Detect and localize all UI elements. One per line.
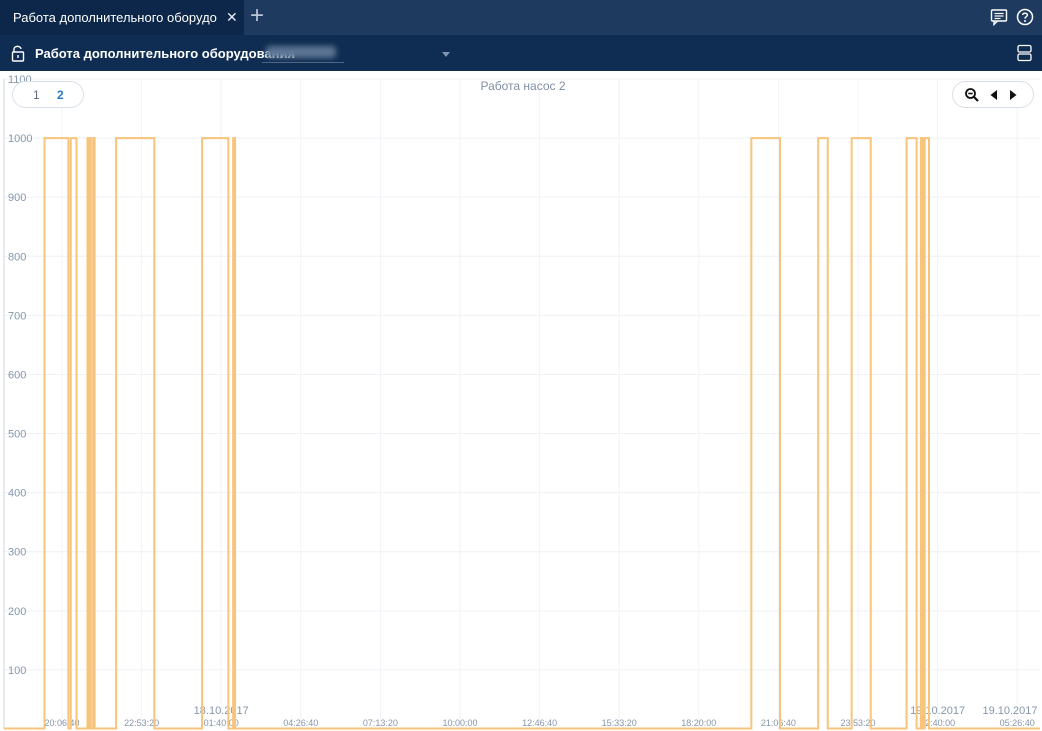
chart-title: Работа насос 2	[480, 79, 566, 93]
y-tick-label: 500	[8, 429, 26, 441]
date-label: 19.10.2017	[910, 705, 965, 717]
y-tick-label: 1000	[8, 133, 32, 145]
tab-bar: Работа дополнительного оборудо... ✕ +	[0, 0, 1042, 35]
chat-icon[interactable]	[990, 8, 1008, 26]
x-tick-label: 15:33:20	[602, 718, 637, 728]
object-selector[interactable]	[262, 45, 452, 63]
selector-value-blurred	[266, 46, 336, 58]
x-tick-label: 07:13:20	[363, 718, 398, 728]
layout-icon[interactable]	[1017, 44, 1032, 62]
x-tick-label: 05:26:40	[1000, 718, 1035, 728]
page-1-button[interactable]: 1	[33, 88, 40, 102]
tab-label: Работа дополнительного оборудо...	[13, 10, 218, 25]
y-tick-label: 100	[8, 665, 26, 677]
y-tick-label: 400	[8, 488, 26, 500]
x-tick-label: 21:06:40	[761, 718, 796, 728]
next-arrow-icon[interactable]	[1005, 87, 1021, 103]
dashboard-header: Работа дополнительного оборудования	[0, 35, 1042, 71]
unlock-icon[interactable]	[11, 44, 25, 62]
y-tick-label: 900	[8, 192, 26, 204]
prev-arrow-icon[interactable]	[986, 87, 1002, 103]
zoom-out-icon[interactable]	[964, 87, 980, 103]
zoom-controls	[952, 81, 1034, 108]
x-tick-label: 18:20:00	[681, 718, 716, 728]
page-2-button[interactable]: 2	[57, 88, 64, 102]
help-icon[interactable]	[1016, 8, 1034, 26]
tab-active[interactable]: Работа дополнительного оборудо... ✕	[0, 0, 244, 35]
y-tick-label: 600	[8, 369, 26, 381]
y-tick-label: 700	[8, 310, 26, 322]
dashboard-title: Работа дополнительного оборудования	[35, 46, 296, 61]
date-label: 19.10.2017	[982, 705, 1037, 717]
chart-panel: 100 200 300 400 500 600 700 800 900 1000 1100 20:06…	[0, 71, 1042, 731]
x-tick-label: 10:00:00	[442, 718, 477, 728]
pump-chart[interactable]: 1002003004005006007008009001000110020:06…	[0, 71, 1042, 731]
add-tab-button[interactable]: +	[250, 4, 270, 28]
x-tick-label: 12:46:40	[522, 718, 557, 728]
y-tick-label: 200	[8, 606, 26, 618]
x-tick-label: 04:26:40	[283, 718, 318, 728]
dropdown-icon[interactable]	[442, 52, 450, 57]
y-tick-label: 300	[8, 547, 26, 559]
y-tick-label: 800	[8, 251, 26, 263]
close-icon[interactable]: ✕	[226, 9, 238, 26]
x-tick-label: 20:06:40	[44, 718, 79, 728]
page-switcher: 1 2	[12, 81, 84, 108]
selector-underline	[262, 62, 344, 63]
